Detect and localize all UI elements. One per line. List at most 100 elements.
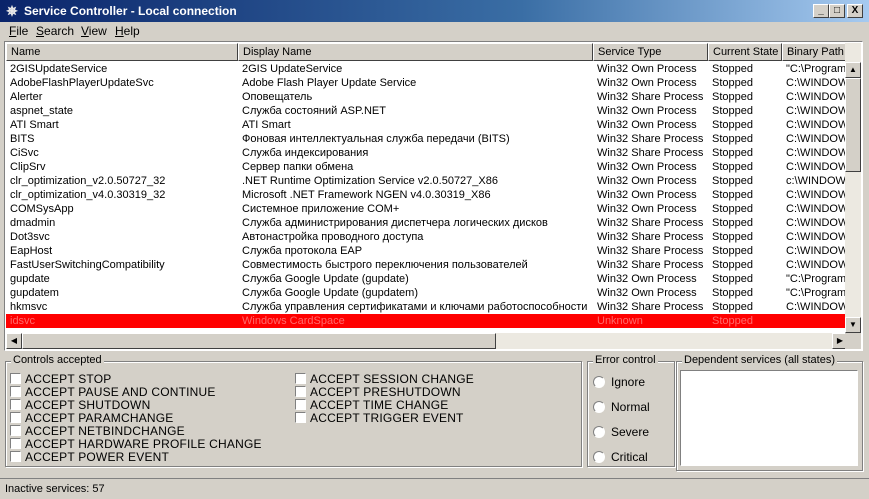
checkbox-accept-power-event[interactable]: ACCEPT POWER EVENT (10, 449, 169, 464)
cell-current-state: Stopped (712, 231, 753, 243)
column-header-name[interactable]: Name (6, 43, 238, 61)
cell-service-type: Win32 Own Process (597, 63, 697, 75)
menu-file[interactable]: File (9, 24, 28, 38)
table-row-selected[interactable]: idsvc Windows CardSpace Unknown Stopped (6, 314, 848, 328)
cell-name: hkmsvc (10, 301, 48, 313)
vertical-scrollbar[interactable]: ▲ ▼ (845, 43, 861, 333)
column-header-current-state[interactable]: Current State (708, 43, 782, 61)
checkbox-box[interactable] (10, 438, 21, 450)
cell-current-state: Stopped (712, 189, 753, 201)
cell-name: gupdatem (10, 287, 59, 299)
checkbox-accept-trigger-event[interactable]: ACCEPT TRIGGER EVENT (295, 410, 464, 425)
cell-binary-path: C:\WINDOW (786, 245, 848, 257)
dependent-services-list[interactable] (680, 370, 858, 466)
table-row[interactable]: clr_optimization_v2.0.50727_32 .NET Runti… (6, 174, 848, 188)
vertical-scroll-thumb[interactable] (845, 78, 861, 172)
cell-binary-path: C:\WINDOW (786, 301, 848, 313)
maximize-button[interactable]: □ (829, 4, 845, 18)
table-row[interactable]: gupdate Служба Google Update (gupdate) Win… (6, 272, 848, 286)
radio-critical[interactable]: Critical (593, 449, 648, 464)
checkbox-box[interactable] (10, 386, 21, 398)
checkbox-box[interactable] (295, 399, 306, 411)
cell-service-type: Win32 Own Process (597, 77, 697, 89)
cell-current-state: Stopped (712, 217, 753, 229)
table-row[interactable]: ATI Smart ATI Smart Win32 Own Process Stopp… (6, 118, 848, 132)
close-button[interactable]: X (847, 4, 863, 18)
checkbox-accept-shutdown[interactable]: ACCEPT SHUTDOWN (10, 397, 150, 412)
table-row[interactable]: ClipSrv Сервер папки обмена Win32 Own Proc… (6, 160, 848, 174)
table-row[interactable]: COMSysApp Системное приложение COM+ Win32 … (6, 202, 848, 216)
checkbox-accept-stop[interactable]: ACCEPT STOP (10, 371, 111, 386)
cell-binary-path: C:\WINDOW (786, 77, 848, 89)
list-body: 2GISUpdateService 2GIS UpdateService Win32… (6, 62, 848, 332)
radio-normal[interactable]: Normal (593, 399, 650, 414)
scroll-left-icon[interactable]: ◀ (6, 333, 22, 349)
error-control-label: Error control (593, 354, 658, 366)
table-row[interactable]: clr_optimization_v4.0.30319_32 Microsoft … (6, 188, 848, 202)
checkbox-accept-paramchange[interactable]: ACCEPT PARAMCHANGE (10, 410, 174, 425)
checkbox-accept-time-change[interactable]: ACCEPT TIME CHANGE (295, 397, 449, 412)
cell-binary-path: C:\WINDOW (786, 203, 848, 215)
checkbox-box[interactable] (295, 412, 306, 424)
radio-severe[interactable]: Severe (593, 424, 649, 439)
cell-service-type: Win32 Share Process (597, 91, 704, 103)
checkbox-box[interactable] (10, 399, 21, 411)
radio-ignore[interactable]: Ignore (593, 374, 645, 389)
table-row[interactable]: AdobeFlashPlayerUpdateSvc Adobe Flash Pla… (6, 76, 848, 90)
cell-display-name: ATI Smart (242, 119, 291, 131)
table-row[interactable]: Alerter Оповещатель Win32 Share Process Sto… (6, 90, 848, 104)
cell-binary-path: C:\WINDOW (786, 133, 848, 145)
table-row[interactable]: dmadmin Служба администрирования диспетче… (6, 216, 848, 230)
table-row[interactable]: gupdatem Служба Google Update (gupdatem) W… (6, 286, 848, 300)
table-row[interactable]: FastUserSwitchingCompatibility Совместимо… (6, 258, 848, 272)
cell-name: aspnet_state (10, 105, 73, 117)
radio-circle[interactable] (593, 400, 605, 413)
checkbox-box[interactable] (295, 373, 306, 385)
column-header-binary-path[interactable]: Binary Path N (782, 43, 848, 61)
radio-circle[interactable] (593, 375, 605, 388)
scroll-up-icon[interactable]: ▲ (845, 62, 861, 78)
column-header-service-type[interactable]: Service Type (593, 43, 708, 61)
menu-help[interactable]: Help (115, 24, 140, 38)
checkbox-accept-hardware-profile-change[interactable]: ACCEPT HARDWARE PROFILE CHANGE (10, 436, 262, 451)
table-row[interactable]: 2GISUpdateService 2GIS UpdateService Win32… (6, 62, 848, 76)
cell-binary-path: C:\WINDOW (786, 105, 848, 117)
checkbox-box[interactable] (10, 425, 21, 437)
checkbox-accept-session-change[interactable]: ACCEPT SESSION CHANGE (295, 371, 474, 386)
horizontal-scroll-thumb[interactable] (22, 333, 496, 349)
table-row[interactable]: CiSvc Служба индексирования Win32 Share Pr… (6, 146, 848, 160)
minimize-button[interactable]: _ (813, 4, 829, 18)
table-row[interactable]: BITS Фоновая интеллектуальная служба пере… (6, 132, 848, 146)
cell-current-state: Stopped (712, 161, 753, 173)
checkbox-box[interactable] (10, 451, 21, 463)
radio-circle[interactable] (593, 450, 605, 463)
table-row[interactable]: aspnet_state Служба состояний ASP.NET Win3… (6, 104, 848, 118)
table-row[interactable]: Dot3svc Автонастройка проводного доступа W… (6, 230, 848, 244)
window-title: Service Controller - Local connection (24, 4, 237, 18)
menu-view[interactable]: View (81, 24, 107, 38)
menu-search[interactable]: Search (36, 24, 74, 38)
cell-service-type: Unknown (597, 315, 643, 327)
table-row[interactable]: EapHost Служба протокола EAP Win32 Share P… (6, 244, 848, 258)
checkbox-box[interactable] (295, 386, 306, 398)
horizontal-scrollbar[interactable]: ◀ ▶ (6, 333, 848, 349)
cell-current-state: Stopped (712, 203, 753, 215)
cell-name: BITS (10, 133, 35, 145)
checkbox-accept-preshutdown[interactable]: ACCEPT PRESHUTDOWN (295, 384, 461, 399)
checkbox-box[interactable] (10, 412, 21, 424)
cell-service-type: Win32 Share Process (597, 301, 704, 313)
checkbox-accept-pause-and-continue[interactable]: ACCEPT PAUSE AND CONTINUE (10, 384, 216, 399)
services-list[interactable]: Name Display Name Service Type Current S… (4, 41, 863, 351)
cell-display-name: Служба состояний ASP.NET (242, 105, 386, 117)
checkbox-accept-netbindchange[interactable]: ACCEPT NETBINDCHANGE (10, 423, 185, 438)
radio-label: Ignore (611, 374, 646, 389)
cell-binary-path: C:\WINDOW (786, 217, 848, 229)
cell-display-name: Служба протокола EAP (242, 245, 363, 257)
table-row[interactable]: hkmsvc Служба управления сертификатами и … (6, 300, 848, 314)
column-header-display-name[interactable]: Display Name (238, 43, 593, 61)
radio-circle[interactable] (593, 425, 605, 438)
cell-service-type: Win32 Own Process (597, 287, 697, 299)
menu-bar: File Search View Help (0, 22, 869, 40)
scroll-down-icon[interactable]: ▼ (845, 317, 861, 333)
checkbox-box[interactable] (10, 373, 21, 385)
